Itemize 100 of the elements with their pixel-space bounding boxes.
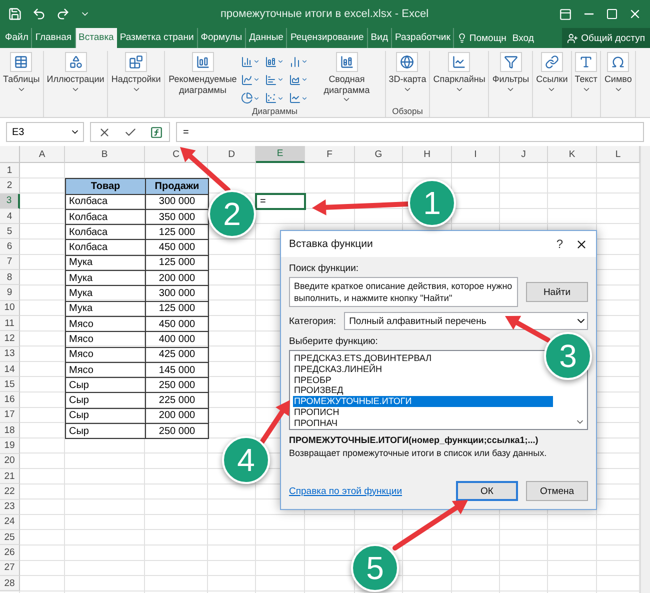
function-item[interactable]: ПРОПНАЧ xyxy=(293,418,340,429)
column-header[interactable]: L xyxy=(597,146,640,163)
row-number[interactable]: 25 xyxy=(0,530,20,546)
row-number[interactable]: 6 xyxy=(0,239,20,255)
row-number[interactable]: 23 xyxy=(0,500,20,515)
shapes-icon xyxy=(64,52,87,72)
help-link[interactable]: Справка по этой функции xyxy=(289,486,402,496)
row-number[interactable]: 28 xyxy=(0,576,20,592)
column-header[interactable]: J xyxy=(500,146,548,163)
tell-me-field[interactable]: Помощн xyxy=(454,28,510,48)
row-number[interactable]: 5 xyxy=(0,224,20,240)
function-item[interactable]: ПРОМЕЖУТОЧНЫЕ.ИТОГИ xyxy=(293,396,553,407)
function-item[interactable]: ПРЕДСКАЗ.ЛИНЕЙН xyxy=(293,364,384,375)
help-button[interactable]: ? xyxy=(556,237,563,251)
row-number[interactable]: 2 xyxy=(0,178,20,194)
ribbon-button[interactable]: Симво xyxy=(603,51,633,106)
share-button[interactable]: Общий доступ xyxy=(562,28,650,48)
function-icon[interactable] xyxy=(150,126,162,138)
undo-icon[interactable] xyxy=(32,7,46,21)
row-number[interactable]: 21 xyxy=(0,468,20,484)
row-number[interactable]: 26 xyxy=(0,545,20,561)
ribbon-button[interactable]: Спарклайны xyxy=(432,51,486,106)
function-description: Возвращает промежуточные итоги в список или базу данных. xyxy=(289,448,547,458)
table-cell: Сыр xyxy=(65,423,146,440)
row-number[interactable]: 4 xyxy=(0,208,20,224)
ribbon-button[interactable]: Текст xyxy=(574,51,598,106)
ok-button[interactable]: ОК xyxy=(456,481,518,501)
window-title: промежуточные итоги в excel.xlsx - Excel xyxy=(219,8,430,20)
search-field[interactable]: Введите краткое описание действия, которое нужно выполнить, и нажмите кнопку "Найти" xyxy=(289,277,518,307)
category-dropdown[interactable]: Полный алфавитный перечень xyxy=(344,312,588,330)
row-number[interactable]: 1 xyxy=(0,163,20,178)
ribbon-button[interactable]: Сводная диаграмма xyxy=(310,51,383,106)
active-cell[interactable]: = xyxy=(255,192,306,210)
row-number[interactable]: 17 xyxy=(0,408,20,424)
chart-type-icon[interactable] xyxy=(240,54,261,70)
row-number[interactable]: 3 xyxy=(0,194,20,209)
ribbon-button[interactable]: Надстройки xyxy=(110,51,162,106)
formula-field[interactable]: = xyxy=(176,122,644,142)
function-item[interactable]: ПРОИЗВЕД xyxy=(293,385,346,396)
chart-type-icon[interactable] xyxy=(240,72,261,88)
function-item[interactable]: ПРЕОБР xyxy=(293,374,334,386)
check-icon[interactable] xyxy=(124,126,136,138)
row-number[interactable]: 7 xyxy=(0,254,20,270)
row-number[interactable]: 11 xyxy=(0,316,20,332)
chart-type-icon[interactable] xyxy=(288,54,309,70)
chart-type-icon[interactable] xyxy=(240,90,261,106)
ribbon-button[interactable]: 3D-карта xyxy=(388,51,428,106)
column-header[interactable]: B xyxy=(65,146,145,163)
chart-type-icon[interactable] xyxy=(288,90,309,106)
row-number[interactable]: 12 xyxy=(0,331,20,347)
row-number[interactable]: 27 xyxy=(0,560,20,576)
close-icon[interactable] xyxy=(575,238,588,250)
row-number[interactable]: 9 xyxy=(0,285,20,301)
row-number[interactable]: 15 xyxy=(0,377,20,392)
chart-type-icon[interactable] xyxy=(264,54,285,70)
row-number[interactable]: 20 xyxy=(0,454,20,469)
maximize-icon[interactable] xyxy=(606,8,618,20)
ribbon-tab[interactable]: Вставка xyxy=(76,28,117,48)
row-number[interactable]: 14 xyxy=(0,362,20,378)
column-header[interactable]: F xyxy=(305,146,355,163)
row-number[interactable]: 18 xyxy=(0,423,20,438)
ribbon-button[interactable]: Ссылки xyxy=(535,51,569,106)
row-number[interactable]: 10 xyxy=(0,300,20,316)
globe-icon xyxy=(396,52,418,72)
cancel-icon[interactable] xyxy=(98,126,110,138)
text-icon xyxy=(575,52,598,72)
column-header[interactable]: I xyxy=(452,146,500,163)
ribbon-button[interactable]: Иллюстрации xyxy=(46,51,106,106)
column-header[interactable]: G xyxy=(355,146,403,163)
ribbon-display-icon[interactable] xyxy=(559,8,572,20)
cancel-button[interactable]: Отмена xyxy=(526,481,588,501)
column-header[interactable]: A xyxy=(20,146,65,163)
function-item[interactable]: ПРОПИСН xyxy=(293,406,342,418)
filter-icon xyxy=(500,52,522,72)
chart-type-icon[interactable] xyxy=(288,72,309,88)
ribbon-button[interactable]: Таблицы xyxy=(2,51,41,106)
row-number[interactable]: 22 xyxy=(0,484,20,500)
tell-me-text: Помощн xyxy=(469,32,506,44)
chart-type-icon[interactable] xyxy=(264,72,285,88)
column-header[interactable]: E xyxy=(256,146,305,163)
group-label: Обзоры xyxy=(391,106,424,117)
column-header[interactable]: H xyxy=(403,146,452,163)
ribbon-button[interactable]: Рекомендуемые диаграммы xyxy=(166,51,239,106)
table-icon xyxy=(10,52,32,72)
column-header[interactable]: D xyxy=(208,146,256,163)
vertical-scrollbar[interactable] xyxy=(640,146,650,593)
row-number[interactable]: 24 xyxy=(0,514,20,530)
ribbon-button[interactable]: Фильтры xyxy=(491,51,530,106)
find-button[interactable]: Найти xyxy=(526,282,588,302)
sign-in-link[interactable]: Вход xyxy=(509,28,537,48)
redo-icon[interactable] xyxy=(56,7,70,21)
function-item[interactable]: ПРЕДСКАЗ.ETS.ДОВИНТЕРВАЛ xyxy=(293,353,434,364)
row-number[interactable]: 13 xyxy=(0,346,20,362)
save-icon[interactable] xyxy=(8,7,22,21)
column-header[interactable]: K xyxy=(548,146,597,163)
name-box[interactable]: E3 xyxy=(6,122,84,142)
chart-type-icon[interactable] xyxy=(264,90,285,106)
row-number[interactable]: 19 xyxy=(0,438,20,454)
row-number[interactable]: 8 xyxy=(0,270,20,286)
row-number[interactable]: 16 xyxy=(0,392,20,408)
